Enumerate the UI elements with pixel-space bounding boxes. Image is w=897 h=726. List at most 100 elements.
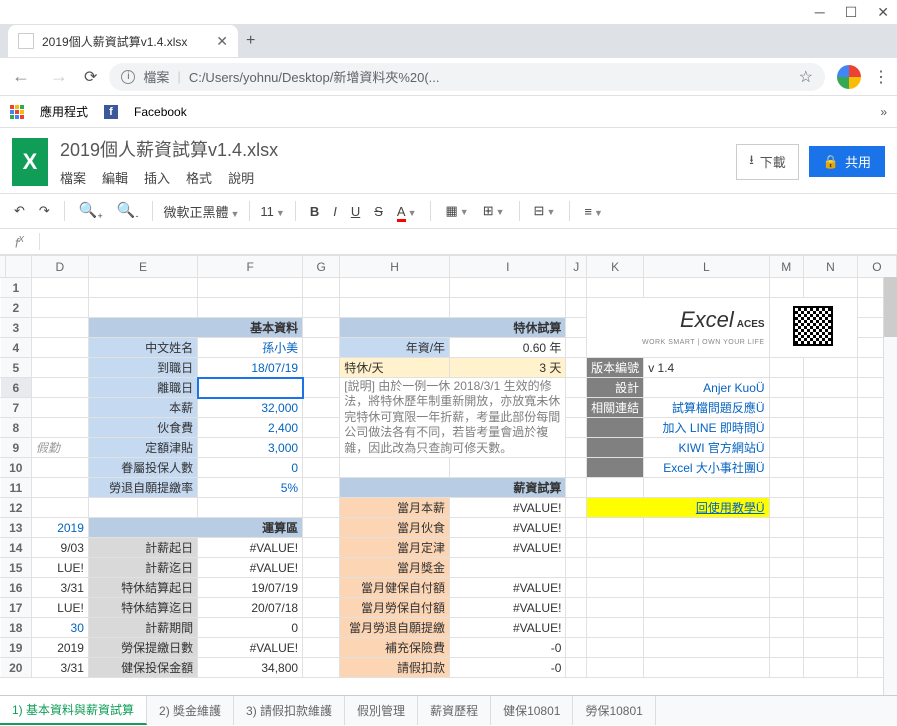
cell-label[interactable]: 計薪期間 <box>88 618 197 638</box>
cell-link[interactable]: 回使用教學Ü <box>587 498 769 518</box>
cell[interactable]: 3/31 <box>31 578 88 598</box>
info-icon[interactable]: i <box>121 70 135 84</box>
row-hdr[interactable]: 6 <box>0 378 32 398</box>
cell-label[interactable]: 補充保險費 <box>340 638 450 658</box>
document-title[interactable]: 2019個人薪資試算v1.4.xlsx <box>60 136 724 162</box>
url-box[interactable]: i 檔案 | C:/Users/yohnu/Desktop/新增資料夾%20(.… <box>109 63 825 91</box>
cell-label[interactable]: 特休結算迄日 <box>88 598 197 618</box>
col-hdr[interactable]: L <box>644 256 769 278</box>
row-hdr[interactable]: 7 <box>0 398 32 418</box>
cell[interactable]: 2019 <box>31 638 88 658</box>
cell-label[interactable]: 當月伙食 <box>340 518 450 538</box>
cell-link[interactable]: 加入 LINE 即時問Ü <box>644 418 769 438</box>
cell-value[interactable]: 0 <box>198 618 303 638</box>
row-hdr[interactable]: 4 <box>0 338 32 358</box>
note-text[interactable]: [說明] 由於一例一休 2018/3/1 生效的修法，將特休歷年制重新開放，亦放… <box>340 378 566 458</box>
cell-label[interactable]: 年資/年 <box>340 338 450 358</box>
cell-label[interactable]: 特休結算起日 <box>88 578 197 598</box>
minimize-icon[interactable]: ─ <box>815 4 825 20</box>
cell-value[interactable]: 5% <box>198 478 303 498</box>
menu-edit[interactable]: 編輯 <box>102 168 128 187</box>
new-tab-button[interactable]: + <box>246 32 255 50</box>
align-button[interactable]: ≡▼ <box>580 202 607 221</box>
cell-label[interactable]: 健保投保金額 <box>88 658 197 678</box>
cell-value[interactable]: -0 <box>450 638 566 658</box>
more-bookmarks-icon[interactable]: » <box>880 105 887 119</box>
cell-label[interactable]: 當月定津 <box>340 538 450 558</box>
cell-value[interactable]: 3,000 <box>198 438 303 458</box>
sheet-tab-7[interactable]: 勞保10801 <box>573 696 655 725</box>
cell-value[interactable]: 0 <box>198 458 303 478</box>
cell-label[interactable]: 當月勞退自願提繳 <box>340 618 450 638</box>
cell-label[interactable]: 勞退自願提繳率 <box>88 478 197 498</box>
cell-label[interactable]: 設計 <box>587 378 644 398</box>
cell-link[interactable]: Excel 大小事社團Ü <box>644 458 769 478</box>
bookmark-apps[interactable]: 應用程式 <box>40 103 88 120</box>
row-hdr[interactable]: 14 <box>0 538 32 558</box>
vertical-scrollbar[interactable] <box>883 277 897 695</box>
cell-value[interactable]: 32,000 <box>198 398 303 418</box>
sheet-tab-1[interactable]: 1) 基本資料與薪資試算 <box>0 696 147 725</box>
cell-value[interactable]: -0 <box>450 658 566 678</box>
row-hdr[interactable]: 11 <box>0 478 32 498</box>
scroll-thumb[interactable] <box>884 277 897 337</box>
row-hdr[interactable]: 9 <box>0 438 32 458</box>
col-hdr[interactable]: G <box>303 256 340 278</box>
underline-button[interactable]: U <box>347 202 364 221</box>
cell-label[interactable]: 特休/天 <box>340 358 450 378</box>
row-hdr[interactable]: 20 <box>0 658 32 678</box>
cell-label[interactable]: 本薪 <box>88 398 197 418</box>
row-hdr[interactable]: 10 <box>0 458 32 478</box>
cell[interactable]: 30 <box>31 618 88 638</box>
cell-value[interactable]: #VALUE! <box>450 598 566 618</box>
cell-value[interactable]: #VALUE! <box>450 518 566 538</box>
cell-link[interactable]: KIWI 官方網站Ü <box>644 438 769 458</box>
col-hdr[interactable]: E <box>88 256 197 278</box>
sheet-tab-3[interactable]: 3) 請假扣款維護 <box>234 696 345 725</box>
cell-label[interactable]: 當月健保自付額 <box>340 578 450 598</box>
sheet-tab-6[interactable]: 健保10801 <box>491 696 573 725</box>
active-cell[interactable] <box>198 378 303 398</box>
row-hdr[interactable]: 16 <box>0 578 32 598</box>
spreadsheet-grid[interactable]: D E F G H I J K L M N O 1 2 Excel ACESWO… <box>0 255 897 695</box>
zoom-in-icon[interactable]: 🔍+ <box>75 199 107 223</box>
cell-value[interactable]: 2,400 <box>198 418 303 438</box>
text-color-button[interactable]: A▼ <box>393 202 421 221</box>
sheet-tab-4[interactable]: 假別管理 <box>345 696 418 725</box>
cell-value[interactable]: #VALUE! <box>450 578 566 598</box>
browser-tab-active[interactable]: 2019個人薪資試算v1.4.xlsx ✕ <box>8 25 238 57</box>
row-hdr[interactable]: 5 <box>0 358 32 378</box>
row-hdr[interactable]: 2 <box>0 298 32 318</box>
chrome-menu-icon[interactable]: ⋮ <box>873 67 889 87</box>
cell[interactable]: LUE! <box>31 598 88 618</box>
col-hdr[interactable]: D <box>31 256 88 278</box>
cell-value[interactable]: 34,800 <box>198 658 303 678</box>
sheet-tab-5[interactable]: 薪資歷程 <box>418 696 491 725</box>
cell[interactable]: LUE! <box>31 558 88 578</box>
cell-label[interactable]: 勞保提繳日數 <box>88 638 197 658</box>
cell-value[interactable]: 0.60 年 <box>450 338 566 358</box>
col-hdr[interactable]: M <box>769 256 803 278</box>
borders-button[interactable]: ⊞▼ <box>479 201 509 221</box>
col-hdr[interactable]: J <box>566 256 587 278</box>
row-hdr[interactable]: 1 <box>0 278 32 298</box>
font-selector[interactable]: 微軟正黑體▼ <box>163 202 239 221</box>
formula-input[interactable] <box>40 229 897 254</box>
col-hdr[interactable]: K <box>587 256 644 278</box>
col-hdr[interactable]: F <box>198 256 303 278</box>
cell-label[interactable]: 當月勞保自付額 <box>340 598 450 618</box>
redo-button[interactable]: ↷ <box>35 201 54 221</box>
fill-color-button[interactable]: ▦▼ <box>441 201 472 221</box>
sheet-tab-2[interactable]: 2) 獎金維護 <box>147 696 234 725</box>
cell-value[interactable]: 20/07/18 <box>198 598 303 618</box>
cell-label[interactable]: 眷屬投保人數 <box>88 458 197 478</box>
bold-button[interactable]: B <box>306 202 323 221</box>
italic-button[interactable]: I <box>329 202 341 221</box>
cell-label[interactable]: 到職日 <box>88 358 197 378</box>
cell-value[interactable]: #VALUE! <box>198 538 303 558</box>
cell-value[interactable]: v 1.4 <box>644 358 769 378</box>
row-hdr[interactable]: 8 <box>0 418 32 438</box>
close-window-icon[interactable]: ✕ <box>877 4 889 21</box>
cell-value[interactable]: #VALUE! <box>450 498 566 518</box>
cell-value[interactable]: 19/07/19 <box>198 578 303 598</box>
